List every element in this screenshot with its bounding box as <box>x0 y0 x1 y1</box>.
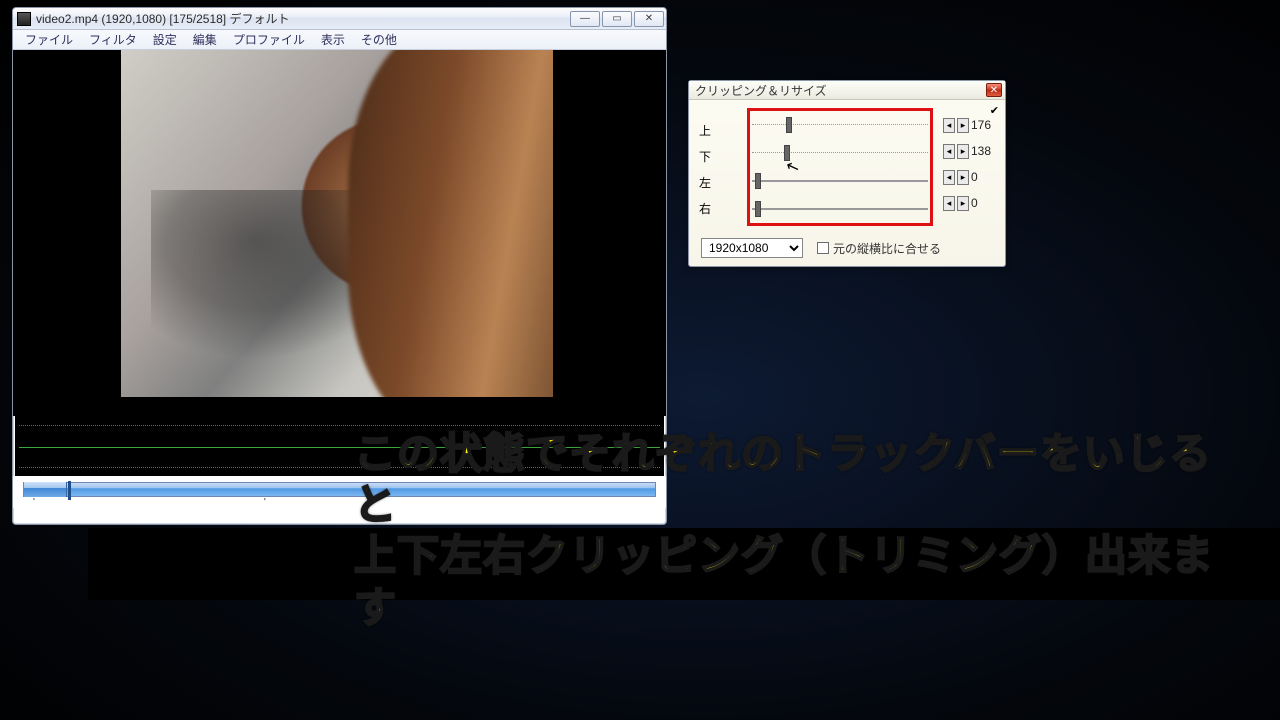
menu-file[interactable]: ファイル <box>19 29 79 50</box>
keep-aspect-label: 元の縦横比に合せる <box>833 240 941 257</box>
dialog-title: クリッピング＆リサイズ <box>695 82 986 99</box>
slider-highlight-box <box>747 108 933 226</box>
menubar: ファイル フィルタ 設定 編集 プロファイル 表示 その他 <box>13 30 666 50</box>
output-size-select[interactable]: 1920x1080 <box>701 238 803 258</box>
video-editor-window: video2.mp4 (1920,1080) [175/2518] デフォルト … <box>12 7 667 525</box>
crop-top-label: 上 <box>699 122 739 139</box>
crop-bottom-value: 138 <box>971 144 999 158</box>
tick-mark: ' <box>33 497 35 508</box>
scrub-track[interactable] <box>23 482 656 497</box>
crop-right-value: 0 <box>971 196 999 210</box>
crop-top-decrement[interactable]: ◂ <box>943 118 955 133</box>
crop-left-decrement[interactable]: ◂ <box>943 170 955 185</box>
checkbox-icon <box>817 242 829 254</box>
menu-view[interactable]: 表示 <box>315 29 351 50</box>
scrub-thumb[interactable] <box>68 481 71 500</box>
window-title: video2.mp4 (1920,1080) [175/2518] デフォルト <box>36 10 570 27</box>
crop-top-value: 176 <box>971 118 999 132</box>
crop-top-increment[interactable]: ▸ <box>957 118 969 133</box>
keep-aspect-checkbox[interactable]: 元の縦横比に合せる <box>817 240 941 257</box>
app-icon <box>17 12 31 26</box>
waveform-area[interactable] <box>15 416 664 476</box>
crop-left-increment[interactable]: ▸ <box>957 170 969 185</box>
video-frame <box>121 50 553 397</box>
menu-other[interactable]: その他 <box>355 29 403 50</box>
crop-right-increment[interactable]: ▸ <box>957 196 969 211</box>
scrub-area: ' ' <box>13 476 666 508</box>
crop-right-decrement[interactable]: ◂ <box>943 196 955 211</box>
crop-bottom-decrement[interactable]: ◂ <box>943 144 955 159</box>
crop-bottom-slider[interactable] <box>752 145 928 161</box>
crop-left-slider[interactable] <box>752 173 928 189</box>
menu-profile[interactable]: プロファイル <box>227 29 311 50</box>
tick-mark: ' <box>264 497 266 508</box>
maximize-button[interactable]: ▭ <box>602 11 632 27</box>
enable-checkbox[interactable]: ✔ <box>990 104 999 117</box>
crop-right-label: 右 <box>699 200 739 217</box>
crop-left-value: 0 <box>971 170 999 184</box>
titlebar[interactable]: video2.mp4 (1920,1080) [175/2518] デフォルト … <box>13 8 666 30</box>
crop-top-slider[interactable] <box>752 117 928 133</box>
close-button[interactable]: ✕ <box>634 11 664 27</box>
video-preview-area <box>13 50 666 416</box>
menu-edit[interactable]: 編集 <box>187 29 223 50</box>
crop-left-label: 左 <box>699 174 739 191</box>
clipping-resize-dialog: クリッピング＆リサイズ ✕ ✔ 上 ◂ ▸ 176 下 ◂ ▸ 138 左 ◂ … <box>688 80 1006 267</box>
crop-bottom-label: 下 <box>699 148 739 165</box>
crop-right-slider[interactable] <box>752 201 928 217</box>
dialog-close-button[interactable]: ✕ <box>986 83 1002 97</box>
menu-filter[interactable]: フィルタ <box>83 29 143 50</box>
minimize-button[interactable]: — <box>570 11 600 27</box>
letterbox-bar <box>88 528 1280 600</box>
crop-bottom-increment[interactable]: ▸ <box>957 144 969 159</box>
waveform-line <box>19 447 660 448</box>
dialog-titlebar[interactable]: クリッピング＆リサイズ ✕ <box>689 81 1005 100</box>
menu-settings[interactable]: 設定 <box>147 29 183 50</box>
